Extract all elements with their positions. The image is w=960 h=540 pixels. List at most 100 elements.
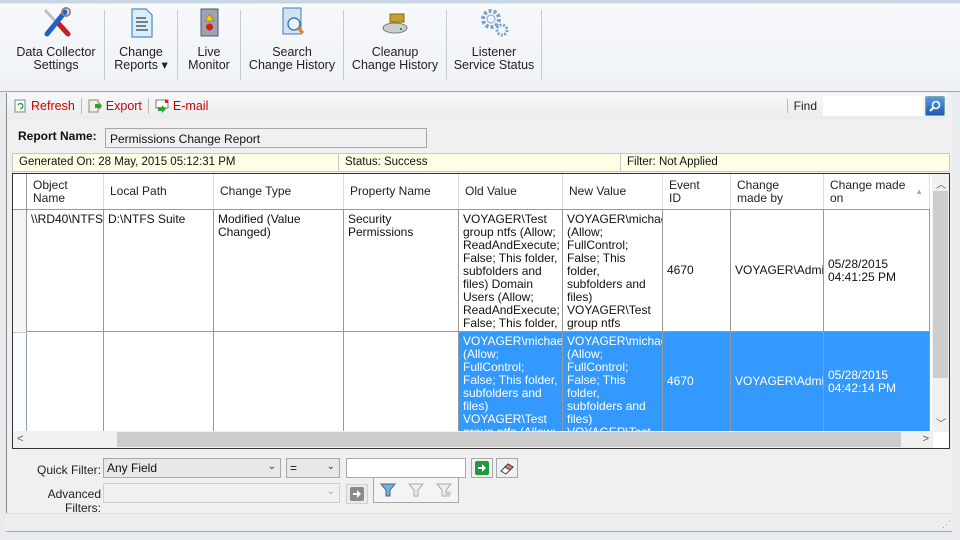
chevron-down-icon: ⌄ (267, 461, 276, 472)
edit-filter-icon[interactable] (407, 481, 425, 499)
report-status-bar: Generated On: 28 May, 2015 05:12:31 PM S… (12, 153, 950, 172)
toolbar-separator (80, 98, 82, 114)
table-row[interactable]: \\RD40\NTFS D:\NTFS Suite Modified (Valu… (27, 210, 930, 332)
column-header-event-id[interactable]: Event ID (663, 174, 731, 209)
quick-filter-value-input[interactable] (346, 458, 466, 478)
cleanup-change-history-button[interactable]: Cleanup Change History (344, 4, 446, 88)
change-reports-button[interactable]: Change Reports ▾ (105, 4, 177, 88)
apply-advanced-filter-button[interactable] (346, 484, 368, 504)
changed-on-header-label: Change made on (830, 177, 906, 205)
filter-tools-group (373, 477, 459, 503)
cell-change-type: Modified (Value Changed) (214, 210, 344, 331)
cleanup-change-history-label: Cleanup Change History (351, 45, 439, 72)
monitor-log-icon (200, 8, 219, 37)
cell-local-path (104, 332, 214, 431)
export-label: Export (105, 99, 142, 113)
find-label: Find (786, 99, 817, 113)
toolbar-separator (147, 98, 149, 114)
cell-local-path: D:\NTFS Suite (104, 210, 214, 331)
column-header-new-value[interactable]: New Value (563, 174, 663, 209)
refresh-button[interactable]: Refresh (13, 99, 75, 113)
find-button[interactable] (925, 96, 945, 116)
search-icon (929, 100, 941, 112)
chevron-down-icon: ⌄ (326, 461, 335, 472)
arrow-right-icon (350, 487, 364, 501)
eraser-icon (500, 463, 514, 475)
filter-icon[interactable] (379, 481, 397, 499)
cleanup-icon (382, 13, 408, 34)
report-name-label: Report Name: (18, 129, 97, 143)
arrow-right-icon (475, 461, 489, 475)
cell-changed-by: VOYAGER\Admini (731, 210, 824, 331)
scroll-down-icon[interactable]: ﹀ (936, 415, 946, 430)
data-collector-settings-label: Data Collector Settings (16, 45, 96, 72)
horizontal-scroll-thumb[interactable] (117, 432, 901, 447)
cell-changed-by: VOYAGER\Admini (731, 332, 824, 431)
generated-on-text: Generated On: 28 May, 2015 05:12:31 PM (13, 154, 339, 171)
cell-new-value: VOYAGER\michael (Allow; FullControl; Fal… (563, 332, 663, 431)
cell-object-name (27, 332, 104, 431)
cell-changed-on: 05/28/2015 04:42:14 PM (824, 332, 930, 431)
table-row-selected[interactable]: VOYAGER\michael (Allow; FullControl; Fal… (27, 332, 930, 432)
column-header-old-value[interactable]: Old Value (459, 174, 563, 209)
status-text: Status: Success (339, 154, 621, 171)
column-header-change-type[interactable]: Change Type (214, 174, 344, 209)
report-toolbar: Refresh Export E-mail Find (7, 93, 947, 119)
chevron-down-icon: ⌄ (326, 486, 335, 497)
listener-service-status-label: Listener Service Status (453, 45, 535, 72)
report-grid: Object Name Local Path Change Type Prope… (12, 173, 950, 449)
column-header-local-path[interactable]: Local Path (104, 174, 214, 209)
horizontal-scrollbar[interactable]: < > (13, 431, 933, 448)
listener-service-status-button[interactable]: Listener Service Status (447, 4, 541, 88)
tools-icon (43, 7, 71, 37)
scroll-left-icon[interactable]: < (17, 433, 23, 445)
filter-status-text: Filter: Not Applied (627, 156, 718, 168)
refresh-label: Refresh (31, 99, 75, 113)
vertical-scroll-thumb[interactable] (933, 191, 948, 378)
column-header-changed-by[interactable]: Change made by (731, 174, 824, 209)
cell-object-name: \\RD40\NTFS (27, 210, 104, 331)
export-button[interactable]: Export (88, 99, 142, 113)
live-monitor-button[interactable]: Live Monitor (178, 4, 240, 88)
data-collector-settings-button[interactable]: Data Collector Settings (8, 4, 104, 88)
find-input[interactable] (823, 96, 923, 116)
advanced-filters-select[interactable]: ⌄ (103, 483, 340, 503)
live-monitor-label: Live Monitor (188, 45, 230, 72)
cell-old-value: VOYAGER\michael (Allow; FullControl; Fal… (459, 332, 563, 431)
quick-filter-field-select[interactable]: Any Field ⌄ (103, 458, 281, 478)
email-button[interactable]: E-mail (155, 99, 208, 113)
cell-event-id: 4670 (663, 332, 731, 431)
change-reports-label: Change Reports ▾ (114, 45, 168, 72)
email-icon (155, 99, 169, 113)
cell-event-id: 4670 (663, 210, 731, 331)
quick-filter-label: Quick Filter: (36, 463, 101, 477)
column-header-object-name[interactable]: Object Name (27, 174, 104, 209)
ribbon: Data Collector Settings Change Reports ▾… (0, 0, 960, 92)
cell-change-type (214, 332, 344, 431)
advanced-filters-label: Advanced Filters: (47, 487, 101, 515)
resize-grip-icon[interactable]: ⋰ (942, 519, 951, 530)
quick-filter-operator-select[interactable]: = ⌄ (286, 458, 340, 478)
ribbon-separator (541, 10, 542, 80)
clear-quick-filter-button[interactable] (496, 458, 518, 478)
row-selector[interactable] (13, 332, 27, 432)
vertical-scrollbar[interactable]: ︿ ﹀ (932, 174, 949, 432)
apply-quick-filter-button[interactable] (471, 458, 493, 478)
column-header-changed-on[interactable]: Change made on ▲ (824, 174, 930, 209)
remove-filter-icon[interactable] (435, 481, 453, 499)
search-change-history-button[interactable]: Search Change History (241, 4, 343, 88)
scroll-right-icon[interactable]: > (923, 433, 929, 445)
document-icon (131, 8, 153, 38)
cell-new-value: VOYAGER\michael (Allow; FullControl; Fal… (563, 210, 663, 331)
scroll-up-icon[interactable]: ︿ (936, 176, 946, 191)
search-history-icon (282, 7, 305, 35)
refresh-icon (14, 99, 26, 113)
find-group: Find (786, 96, 945, 116)
column-header-property-name[interactable]: Property Name (344, 174, 459, 209)
email-label: E-mail (172, 99, 209, 113)
export-icon (88, 99, 102, 113)
gears-icon (481, 9, 509, 37)
cell-property-name: Security Permissions (344, 210, 459, 331)
row-selector[interactable] (13, 210, 27, 332)
report-panel: Refresh Export E-mail Find Report Name: … (6, 93, 952, 515)
